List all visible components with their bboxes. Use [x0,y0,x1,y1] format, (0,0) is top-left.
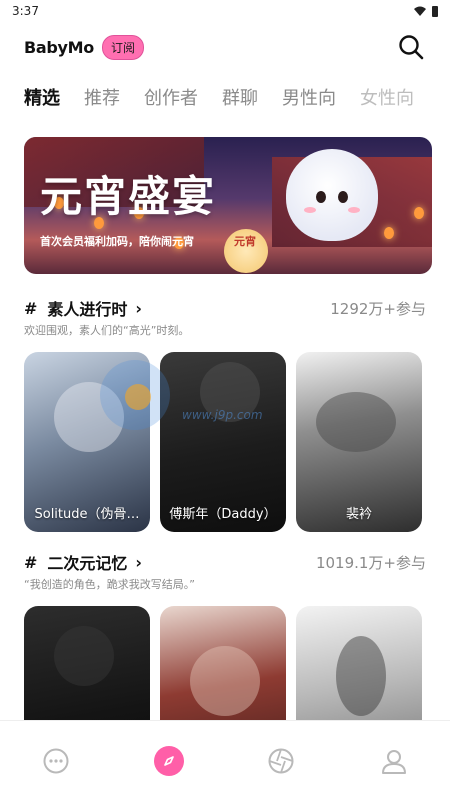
banner-title: 元宵盛宴 [40,172,217,221]
chevron-right-icon[interactable]: › [135,299,142,318]
character-card[interactable]: 裴衿 [296,352,422,532]
status-bar: 3:37 [0,0,450,22]
hash-mark: # [24,552,38,572]
card-row: Solitude（伪骨… 傅斯年（Daddy） 裴衿 [24,352,426,532]
nav-profile[interactable] [374,741,414,781]
search-icon[interactable] [398,34,424,60]
tab-featured[interactable]: 精选 [24,84,60,110]
status-icons [414,5,438,17]
section-amateur: # 素人进行时 › 1292万+参与 欢迎围观，素人们的“高光”时刻。 Soli… [24,296,426,532]
character-name: 傅斯年（Daddy） [169,507,277,522]
status-time: 3:37 [12,4,39,18]
character-name: 裴衿 [345,507,372,522]
section-description: “我创造的角色，跪求我改写结局。” [24,578,195,591]
section-header[interactable]: # 二次元记忆 › 1019.1万+参与 [24,550,426,574]
section-description: 欢迎围观，素人们的“高光”时刻。 [24,324,190,337]
tab-female-oriented[interactable]: 女性向 [360,84,414,110]
chevron-right-icon[interactable]: › [135,553,142,572]
section-title[interactable]: 二次元记忆 [47,550,127,574]
character-card[interactable]: Solitude（伪骨… [24,352,150,532]
banner-mascot [286,149,378,241]
battery-icon [432,5,438,17]
banner-lantern-text: 元宵 [234,235,256,248]
banner-subtitle: 首次会员福利加码，陪你闹元宵 [40,235,194,248]
wifi-icon [414,6,426,16]
tab-male-oriented[interactable]: 男性向 [282,84,336,110]
subscribe-button[interactable]: 订阅 [102,34,145,60]
app-logo: BabyMo [24,37,94,57]
nav-discover[interactable] [149,741,189,781]
nav-explore[interactable] [261,741,301,781]
tab-group-chat[interactable]: 群聊 [222,84,258,110]
character-name: Solitude（伪骨… [34,507,140,522]
compass-icon[interactable] [153,745,184,776]
hash-mark: # [24,298,38,318]
section-title[interactable]: 素人进行时 [47,296,127,320]
aperture-icon[interactable] [267,747,295,775]
participant-count: 1292万+参与 [330,299,426,318]
section-header[interactable]: # 素人进行时 › 1292万+参与 [24,296,426,320]
tab-recommended[interactable]: 推荐 [84,84,120,110]
chat-bubble-icon[interactable] [42,747,70,775]
promo-banner[interactable]: 元宵盛宴 首次会员福利加码，陪你闹元宵 元宵 [24,137,432,274]
nav-chat[interactable] [36,741,76,781]
bottom-navigation [0,720,450,800]
profile-icon[interactable] [380,747,408,775]
app-header: BabyMo 订阅 [0,22,450,72]
tab-creators[interactable]: 创作者 [144,84,198,110]
participant-count: 1019.1万+参与 [315,553,426,572]
character-card[interactable]: 傅斯年（Daddy） [160,352,286,532]
category-tabs: 精选 推荐 创作者 群聊 男性向 女性向 [0,72,450,110]
